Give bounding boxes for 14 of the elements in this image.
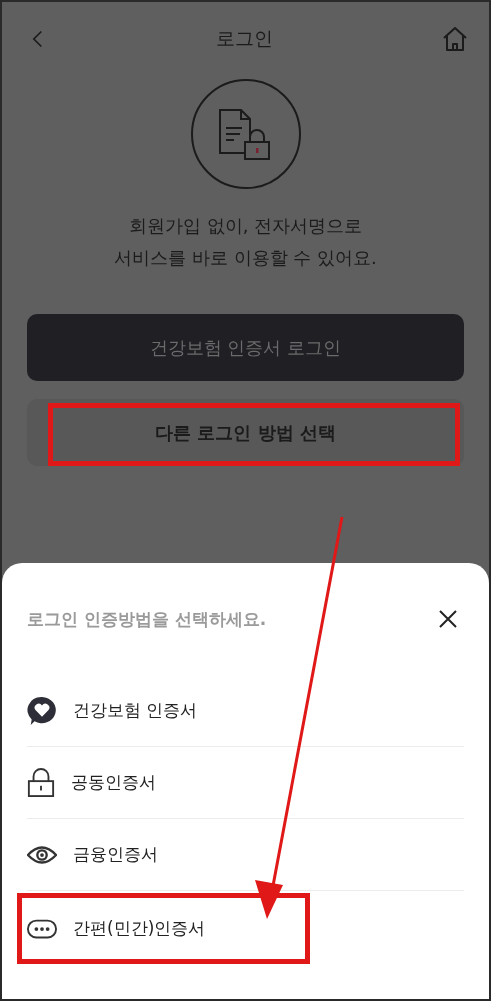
intro-text: 회원가입 없이, 전자서명으로 서비스를 바로 이용할 수 있어요. <box>114 214 377 270</box>
more-dots-icon <box>27 918 57 939</box>
document-lock-icon <box>189 78 302 190</box>
auth-method-item[interactable]: 공동인증서 <box>27 747 464 818</box>
auth-method-item[interactable]: 건강보험 인증서 <box>27 675 464 746</box>
page-title: 로그인 <box>216 26 273 51</box>
auth-method-item[interactable]: 간편(민간)인증서 <box>27 898 206 959</box>
auth-method-item[interactable]: 금융인증서 <box>27 819 464 890</box>
eye-icon <box>27 844 57 865</box>
home-icon[interactable] <box>441 25 469 53</box>
lock-icon <box>27 767 55 798</box>
close-icon[interactable] <box>438 609 458 629</box>
heart-bubble-icon <box>27 695 57 726</box>
sheet-title: 로그인 인증방법을 선택하세요. <box>27 607 267 631</box>
